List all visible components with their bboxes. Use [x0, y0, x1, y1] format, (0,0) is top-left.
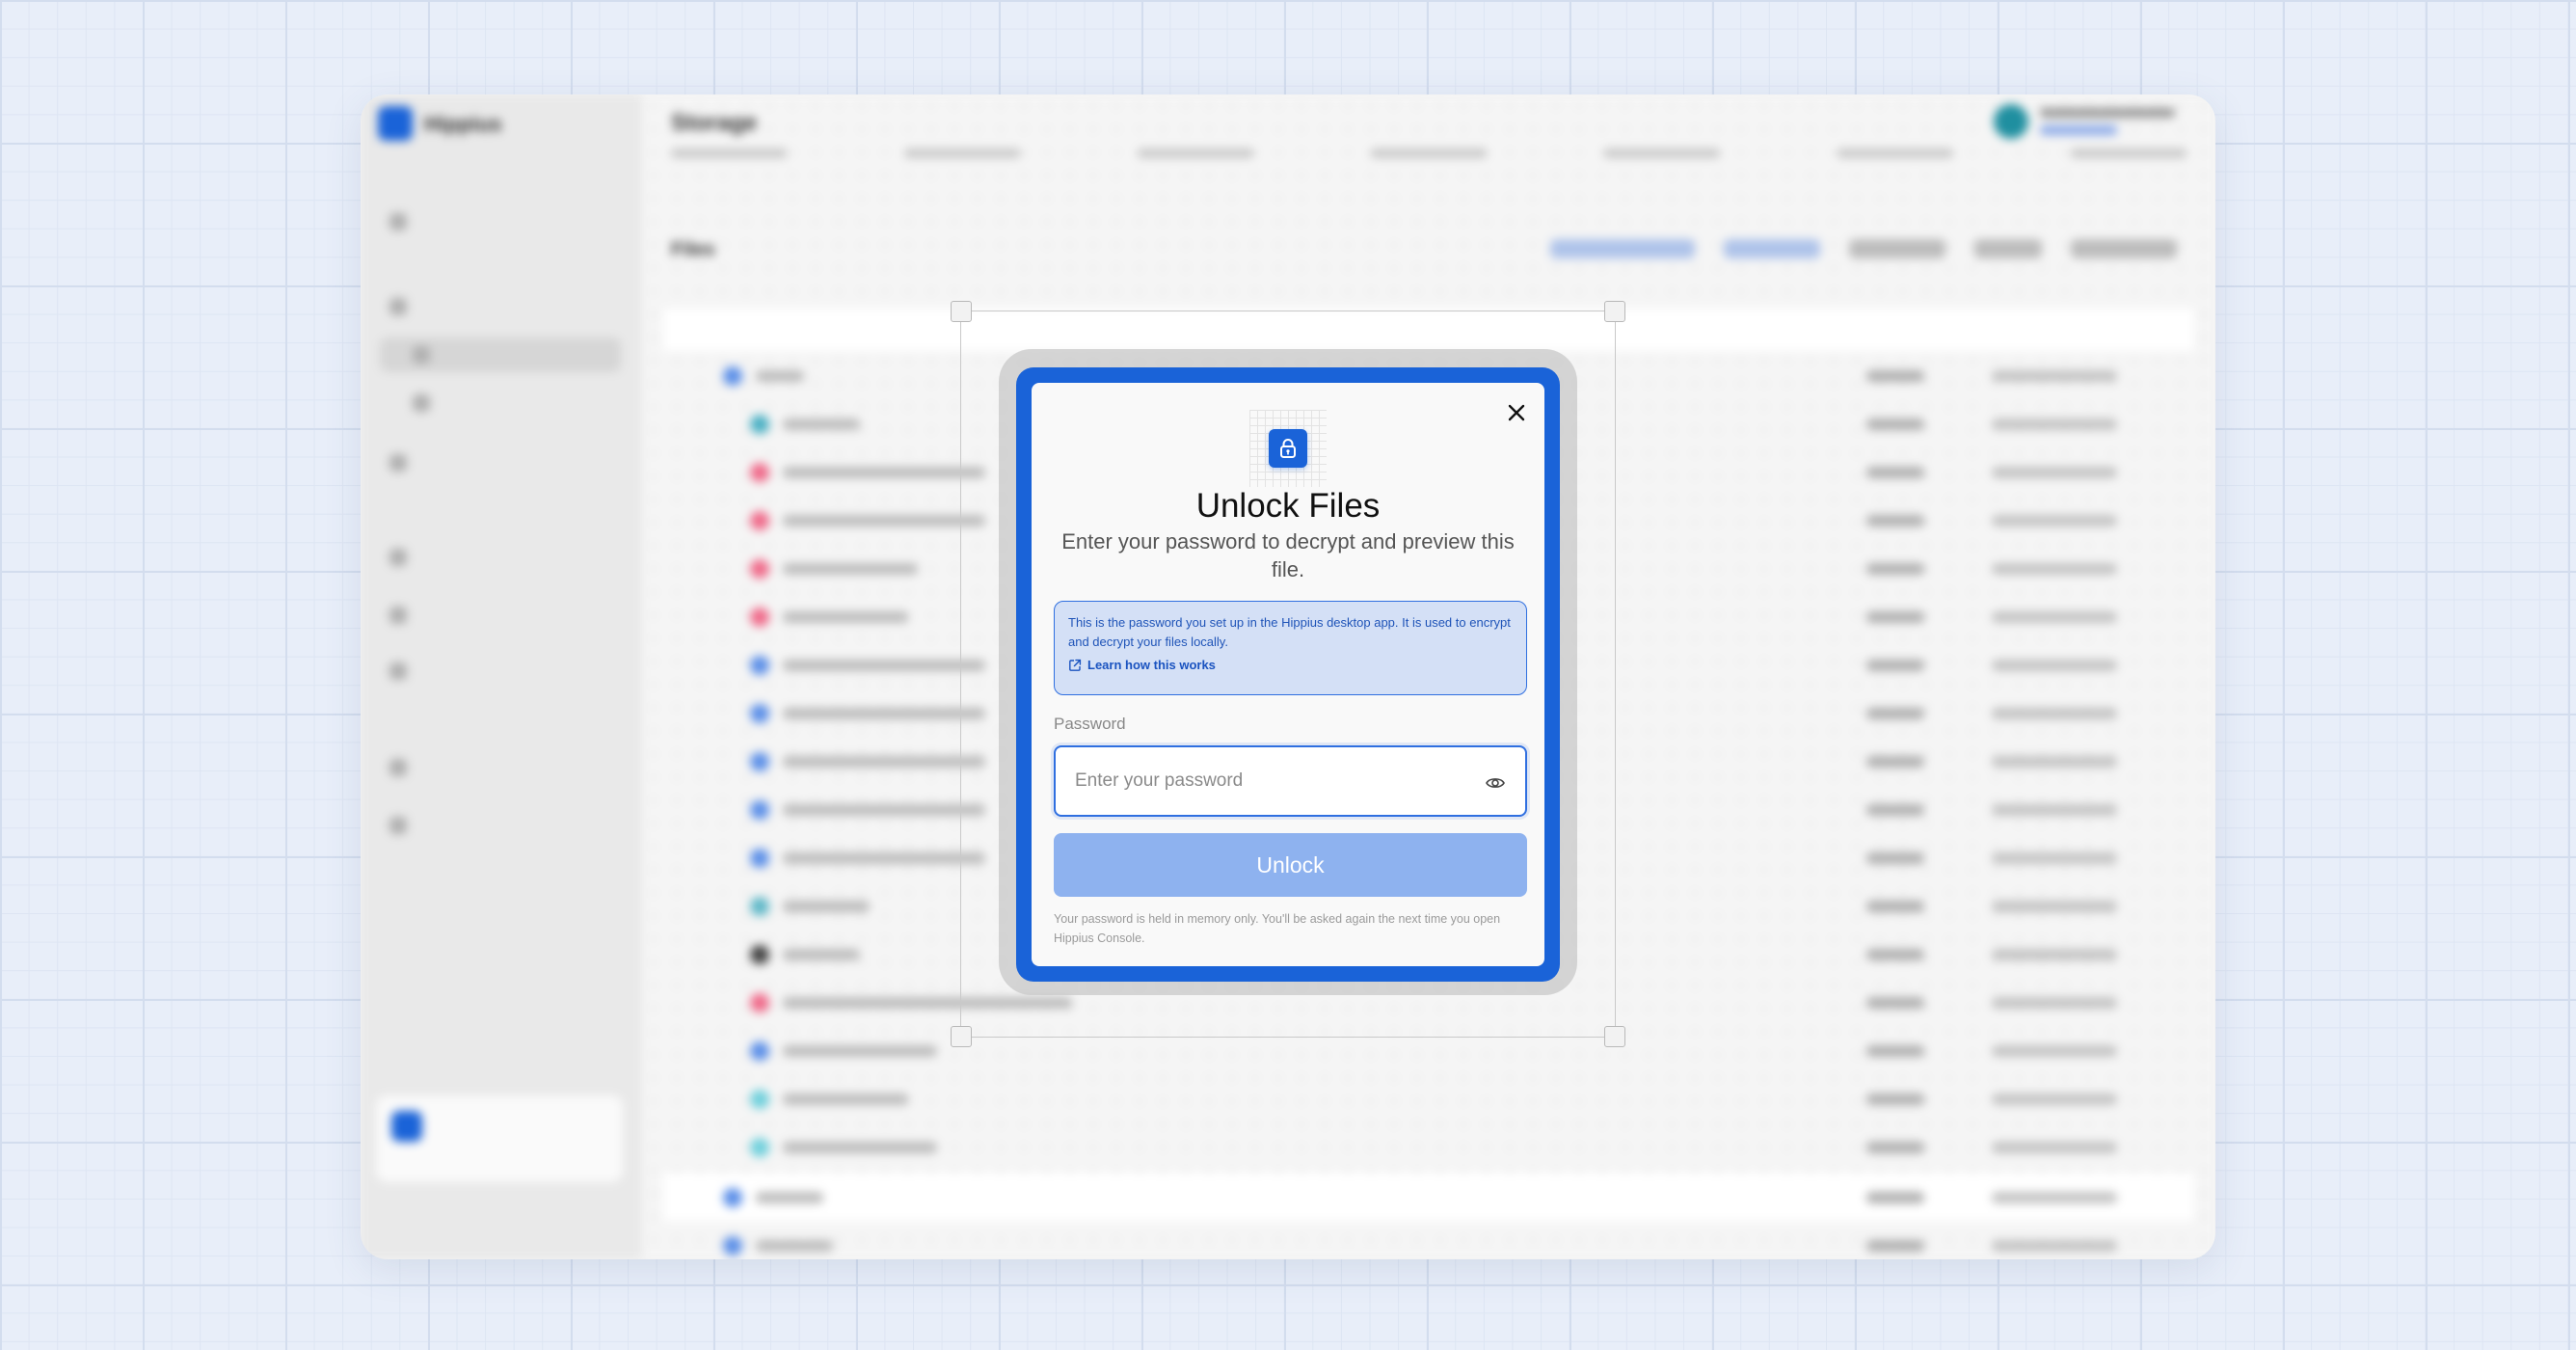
sidebar-item-active: [380, 338, 621, 372]
learn-more-link[interactable]: Learn how this works: [1068, 658, 1513, 672]
password-field-wrapper: [1054, 745, 1527, 817]
sidebar-item: [380, 386, 621, 420]
learn-more-label: Learn how this works: [1087, 658, 1216, 672]
account-card: [376, 1095, 623, 1182]
sidebar-item: [380, 289, 621, 324]
toggle-visibility-button[interactable]: [1485, 772, 1506, 794]
lock-tile: [1269, 429, 1307, 468]
dialog-subtitle: Enter your password to decrypt and previ…: [1061, 529, 1515, 581]
stats-row: [671, 148, 2187, 174]
password-label: Password: [1054, 715, 1126, 733]
sidebar-item: [380, 654, 621, 688]
sidebar-item: [380, 446, 621, 480]
page-title: Storage: [671, 110, 758, 136]
eye-icon: [1486, 778, 1505, 788]
sidebar-item: [380, 540, 621, 575]
info-callout: This is the password you set up in the H…: [1054, 601, 1527, 695]
sidebar: Hippius: [361, 94, 642, 1259]
table-header: [663, 309, 2194, 351]
lock-icon: [1280, 439, 1296, 458]
table-row: [663, 1074, 2194, 1122]
app-logo: [378, 106, 413, 141]
sidebar-item: [380, 750, 621, 785]
files-heading: Files: [671, 239, 715, 260]
files-toolbar: [1550, 239, 2177, 258]
lock-badge: [1249, 410, 1327, 487]
sidebar-item: [380, 598, 621, 633]
sidebar-item: [380, 204, 621, 239]
table-row: [663, 1026, 2194, 1074]
memory-note: Your password is held in memory only. Yo…: [1054, 912, 1501, 945]
table-row: [663, 1122, 2194, 1171]
password-input[interactable]: [1075, 747, 1441, 815]
user-menu: [1994, 104, 2187, 143]
close-button[interactable]: [1504, 400, 1529, 425]
app-brand: Hippius: [424, 112, 502, 136]
table-row: [663, 1221, 2194, 1259]
table-row: [663, 1173, 2194, 1221]
unlock-button[interactable]: Unlock: [1054, 833, 1527, 897]
sidebar-item: [380, 808, 621, 843]
info-text: This is the password you set up in the H…: [1068, 615, 1511, 649]
dialog-title: Unlock Files: [1195, 487, 1381, 525]
close-icon: [1508, 404, 1525, 421]
unlock-files-dialog: Unlock Files Enter your password to decr…: [1032, 383, 1544, 966]
external-link-icon: [1069, 659, 1082, 671]
